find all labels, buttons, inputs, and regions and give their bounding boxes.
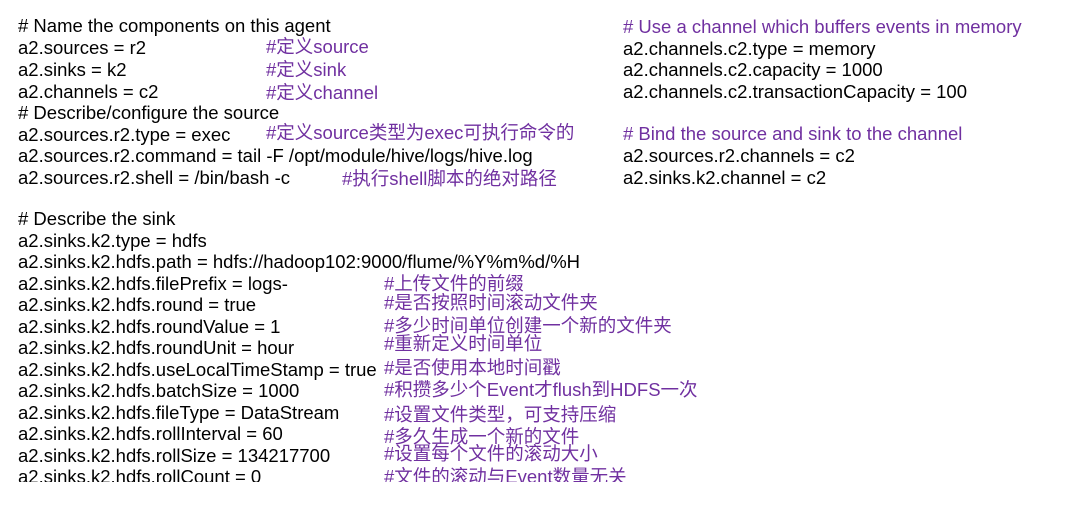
annotation-comment: #设置每个文件的滚动大小 xyxy=(384,443,598,464)
code-line: a2.sinks.k2.type = hdfs xyxy=(18,230,207,251)
code-line: a2.sources.r2.shell = /bin/bash -c xyxy=(18,167,290,188)
code-line: # Describe/configure the source xyxy=(18,102,280,123)
annotation-comment: #设置文件类型，可支持压缩 xyxy=(384,404,617,425)
annotation-comment: #定义source xyxy=(266,36,369,57)
code-line: a2.sinks.k2.hdfs.rollInterval = 60 xyxy=(18,423,283,444)
code-line: a2.sinks.k2.hdfs.round = true xyxy=(18,294,257,315)
annotation-comment: #定义source类型为exec可执行命令的 xyxy=(266,122,575,143)
code-line: a2.sinks.k2.hdfs.batchSize = 1000 xyxy=(18,380,300,401)
section-comment: # Bind the source and sink to the channe… xyxy=(623,123,963,144)
code-line: a2.sinks = k2 xyxy=(18,59,127,80)
code-line: a2.sinks.k2.hdfs.rollSize = 134217700 xyxy=(18,445,331,466)
annotation-comment: #是否使用本地时间戳 xyxy=(384,357,561,378)
code-line: a2.sources.r2.command = tail -F /opt/mod… xyxy=(18,145,533,166)
code-line: a2.sinks.k2.hdfs.useLocalTimeStamp = tru… xyxy=(18,359,377,380)
code-line: a2.sources.r2.channels = c2 xyxy=(623,145,855,166)
crop-edge xyxy=(0,482,1076,531)
code-line: # Name the components on this agent xyxy=(18,15,331,36)
config-document: # Name the components on this agent a2.s… xyxy=(0,0,1076,531)
annotation-comment: #是否按照时间滚动文件夹 xyxy=(384,292,598,313)
annotation-comment: #定义channel xyxy=(266,82,379,103)
annotation-comment: #执行shell脚本的绝对路径 xyxy=(342,168,557,189)
code-line: # Describe the sink xyxy=(18,208,176,229)
code-line: a2.sinks.k2.hdfs.roundValue = 1 xyxy=(18,316,281,337)
code-line: a2.sinks.k2.hdfs.path = hdfs://hadoop102… xyxy=(18,251,581,272)
annotation-comment: #定义sink xyxy=(266,59,347,80)
code-line: a2.sinks.k2.hdfs.filePrefix = logs- xyxy=(18,273,288,294)
code-line: a2.channels = c2 xyxy=(18,81,159,102)
annotation-comment: #积攒多少个Event才flush到HDFS一次 xyxy=(384,379,698,400)
code-line: a2.sinks.k2.hdfs.roundUnit = hour xyxy=(18,337,295,358)
code-line: a2.channels.c2.transactionCapacity = 100 xyxy=(623,81,968,102)
code-line: a2.channels.c2.type = memory xyxy=(623,38,876,59)
code-line: a2.channels.c2.capacity = 1000 xyxy=(623,59,883,80)
code-line: a2.sinks.k2.hdfs.fileType = DataStream xyxy=(18,402,340,423)
code-line: a2.sinks.k2.channel = c2 xyxy=(623,167,827,188)
code-line: a2.sources.r2.type = exec xyxy=(18,124,231,145)
annotation-comment: #重新定义时间单位 xyxy=(384,333,543,354)
section-comment: # Use a channel which buffers events in … xyxy=(623,16,1022,37)
code-line: a2.sources = r2 xyxy=(18,37,147,58)
